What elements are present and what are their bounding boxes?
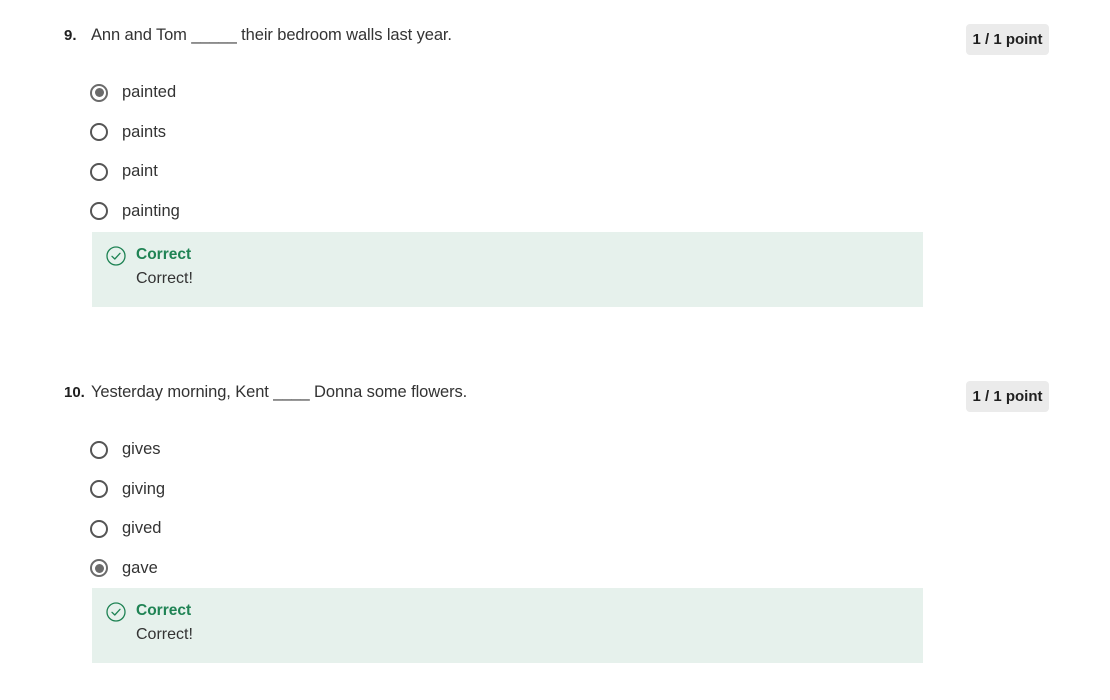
- option-gived[interactable]: gived: [90, 509, 165, 549]
- option-paint[interactable]: paint: [90, 152, 180, 192]
- option-gave[interactable]: gave: [90, 549, 165, 589]
- answer-options: painted paints paint painting: [90, 73, 180, 231]
- option-paints[interactable]: paints: [90, 113, 180, 153]
- feedback-text: Correct!: [136, 626, 193, 643]
- question-text: Ann and Tom _____ their bedroom walls la…: [91, 26, 452, 44]
- option-label: gives: [122, 440, 161, 459]
- feedback-box: Correct Correct!: [92, 232, 923, 307]
- option-gives[interactable]: gives: [90, 430, 165, 470]
- check-circle-icon: [106, 602, 126, 622]
- feedback-title: Correct: [136, 602, 192, 619]
- radio-button-selected[interactable]: [90, 83, 108, 102]
- question-text: Yesterday morning, Kent ____ Donna some …: [91, 383, 468, 401]
- points-badge: 1 / 1 point: [966, 24, 1049, 55]
- option-label: gived: [122, 519, 162, 538]
- option-painting[interactable]: painting: [90, 192, 180, 232]
- feedback-title: Correct: [136, 246, 192, 263]
- radio-button[interactable]: [90, 162, 108, 181]
- check-circle-icon: [106, 246, 126, 266]
- option-label: gave: [122, 558, 158, 577]
- option-label: painted: [122, 83, 177, 102]
- option-label: giving: [122, 479, 166, 498]
- question-number: 9.: [64, 27, 77, 44]
- question-number: 10.: [64, 384, 85, 401]
- radio-button[interactable]: [90, 123, 108, 142]
- feedback-text: Correct!: [136, 270, 193, 287]
- option-label: paint: [122, 162, 158, 181]
- radio-button-selected[interactable]: [90, 559, 108, 578]
- radio-button[interactable]: [90, 440, 108, 459]
- feedback-box: Correct Correct!: [92, 588, 923, 663]
- option-giving[interactable]: giving: [90, 470, 165, 510]
- radio-button[interactable]: [90, 519, 108, 538]
- option-label: painting: [122, 201, 180, 220]
- option-painted[interactable]: painted: [90, 73, 180, 113]
- option-label: paints: [122, 122, 167, 141]
- radio-button[interactable]: [90, 202, 108, 221]
- radio-button[interactable]: [90, 480, 108, 499]
- answer-options: gives giving gived gave: [90, 430, 165, 588]
- points-badge: 1 / 1 point: [966, 381, 1049, 412]
